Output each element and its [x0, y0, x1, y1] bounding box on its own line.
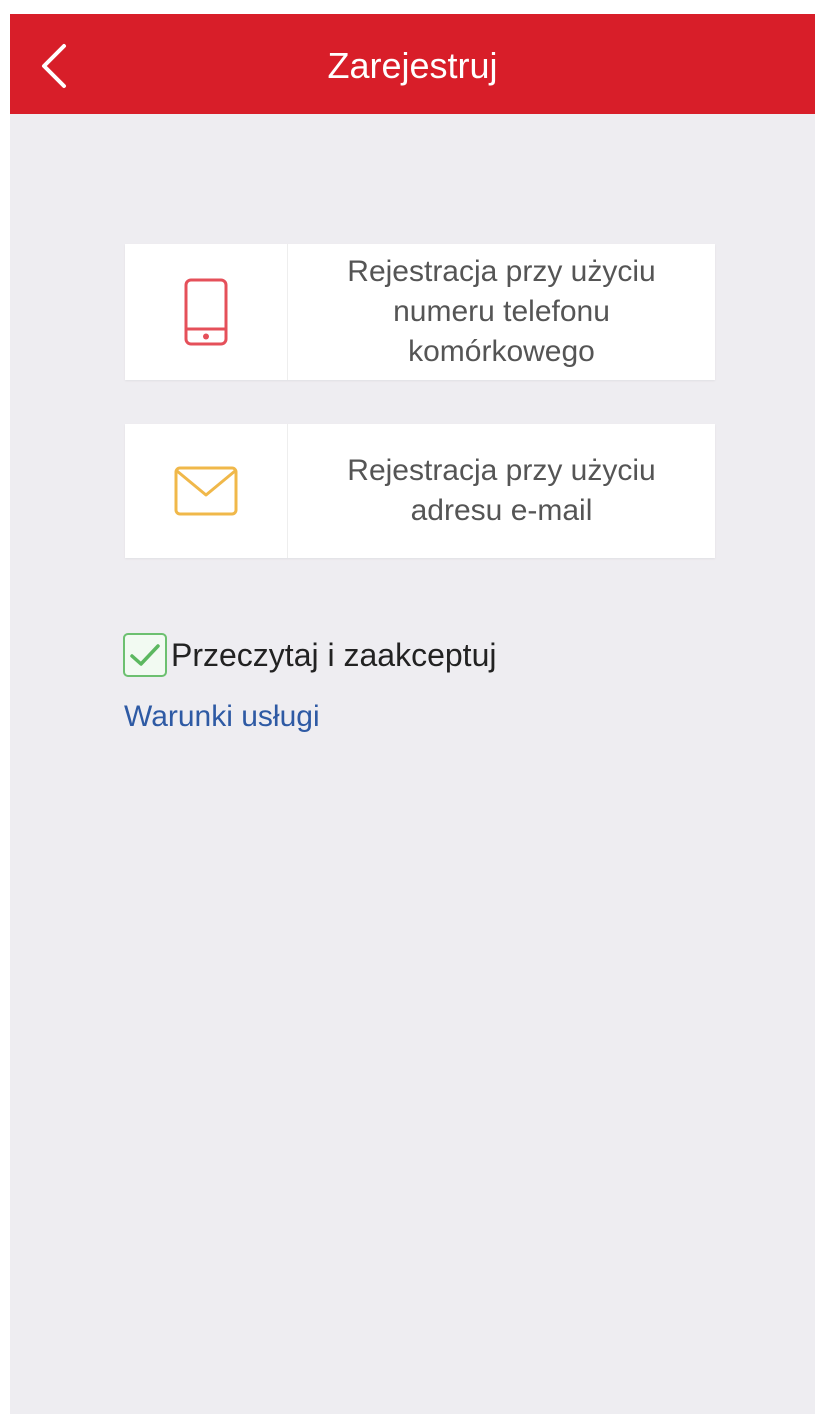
register-by-phone-button[interactable]: Rejestracja przy użyciu numeru telefonu …	[125, 244, 715, 380]
icon-cell	[125, 244, 288, 380]
option-label: Rejestracja przy użyciu adresu e-mail	[288, 424, 715, 558]
register-by-email-button[interactable]: Rejestracja przy użyciu adresu e-mail	[125, 424, 715, 558]
option-label-line: Rejestracja przy użyciu	[347, 255, 656, 288]
envelope-icon	[174, 466, 238, 516]
option-label-line: Rejestracja przy użyciu	[347, 454, 656, 487]
accept-terms-checkbox[interactable]	[123, 633, 167, 677]
option-label-line: numeru telefonu	[393, 295, 610, 328]
accept-terms-label: Przeczytaj i zaakceptuj	[171, 636, 497, 673]
checkmark-icon	[130, 644, 160, 666]
mobile-phone-icon	[184, 278, 228, 346]
icon-cell	[125, 424, 288, 558]
app-bar: Zarejestruj	[10, 14, 815, 114]
option-label-line: komórkowego	[408, 335, 595, 368]
screen: Zarejestruj Rejestracja przy użyciu nume…	[10, 14, 815, 1414]
page-title: Zarejestruj	[327, 45, 498, 86]
accept-terms-row[interactable]: Przeczytaj i zaakceptuj	[123, 631, 496, 679]
terms-of-service-link[interactable]: Warunki usługi	[124, 700, 320, 734]
option-label: Rejestracja przy użyciu numeru telefonu …	[288, 244, 715, 380]
option-label-line: adresu e-mail	[410, 494, 593, 527]
